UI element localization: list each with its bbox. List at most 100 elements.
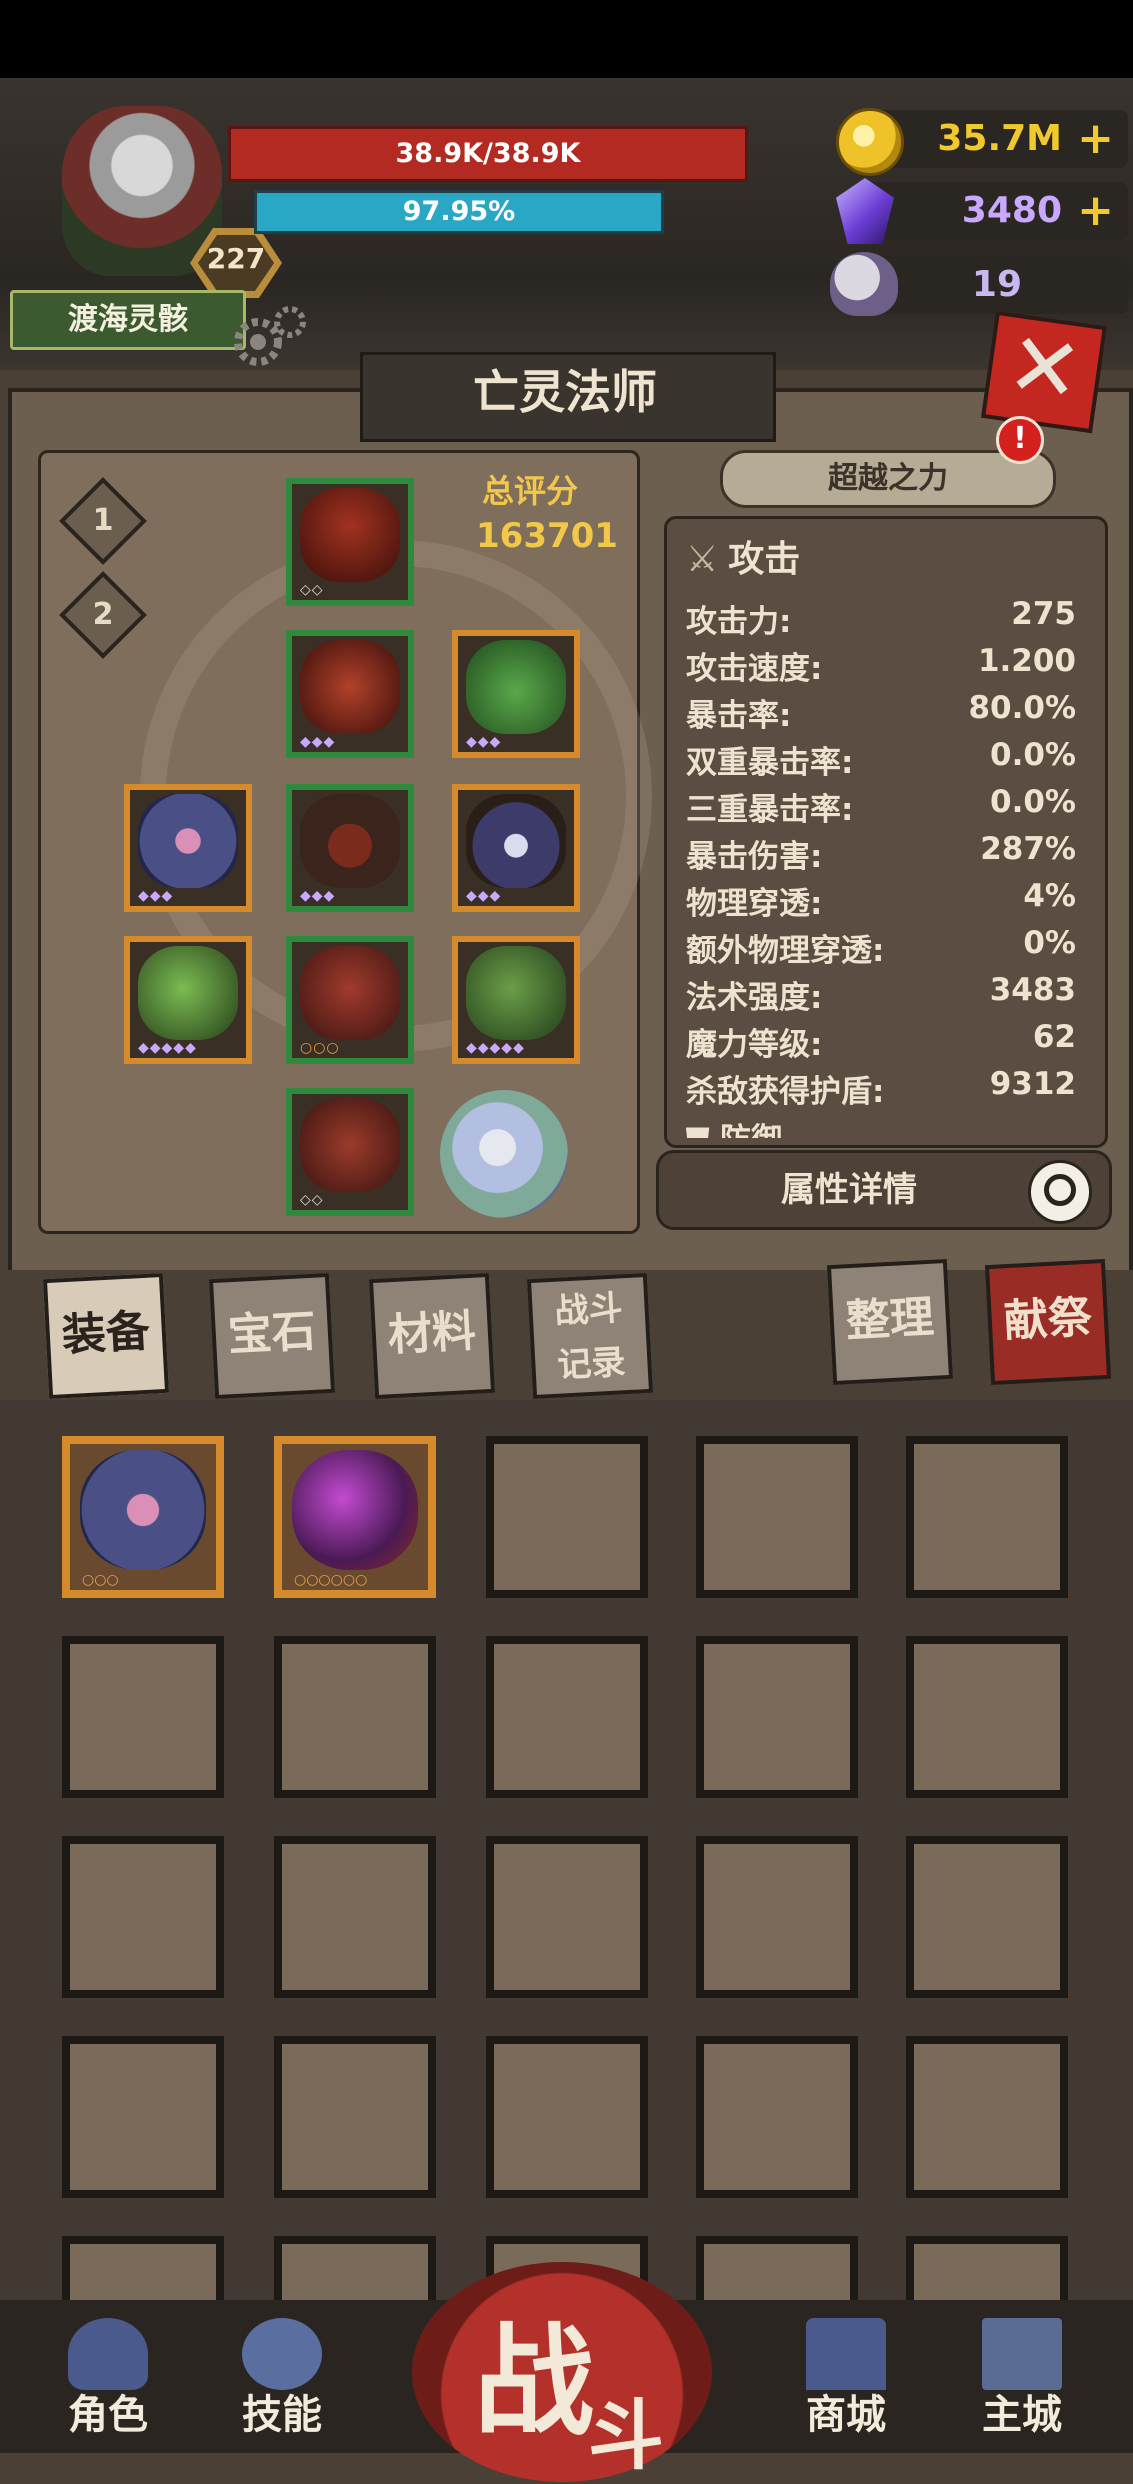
stat-row: 物理穿透: 4% (686, 878, 1076, 922)
battle-button[interactable]: 战 斗 (412, 2262, 712, 2482)
attack-section-header: ⚔ 攻击 (686, 530, 800, 582)
settings-gear-icon[interactable] (228, 298, 312, 372)
castle-icon (982, 2318, 1062, 2390)
weapon-slot[interactable]: ◆◆◆◆◆ (124, 936, 252, 1064)
inventory-slot[interactable] (274, 1636, 436, 1798)
inventory-slot[interactable] (696, 1836, 858, 1998)
defense-section-title: 防御 (720, 1122, 782, 1138)
tab-battle-log-line2: 记录 (556, 1342, 627, 1386)
stat-row: 额外物理穿透: 0% (686, 925, 1076, 969)
tab-materials-label: 材料 (386, 1305, 478, 1362)
crossed-swords-icon: ⚔ (686, 539, 719, 580)
belt-stars: ◆◆◆ (300, 888, 336, 904)
mask-amulet-icon (466, 794, 566, 888)
gloves-stars: ○○○ (300, 1040, 340, 1056)
armor-stars: ◆◆◆ (300, 734, 336, 750)
green-scythe-icon (138, 946, 238, 1040)
inventory-slot[interactable] (696, 2036, 858, 2198)
stat-row: 杀敌获得护盾: 9312 (686, 1066, 1076, 1110)
inventory-slot[interactable] (486, 1436, 648, 1598)
hp-text: 38.9K/38.9K (395, 138, 581, 169)
tab-equipment[interactable]: 装备 (42, 1272, 170, 1400)
swirl-icon (242, 2318, 322, 2390)
cloak-stars: ◆◆◆ (466, 734, 502, 750)
inventory-slot[interactable] (62, 1836, 224, 1998)
sort-button[interactable]: 整理 (826, 1258, 954, 1386)
loadout-page-1-label: 1 (92, 503, 114, 538)
inventory-slot[interactable] (696, 1636, 858, 1798)
stat-row: 三重暴击率: 0.0% (686, 784, 1076, 828)
inventory-slot[interactable] (906, 1636, 1068, 1798)
cloak-slot[interactable]: ◆◆◆ (452, 630, 580, 758)
close-button[interactable]: ✕ (981, 310, 1107, 434)
stat-label: 攻击速度: (686, 651, 823, 687)
stat-value: 1.200 (977, 643, 1076, 679)
inventory-slot[interactable] (696, 1436, 858, 1598)
search-icon[interactable] (1028, 1160, 1092, 1224)
item-stars: ○○○ (82, 1572, 119, 1588)
stat-value: 9312 (989, 1066, 1076, 1102)
tab-battle-log[interactable]: 战斗 记录 (526, 1272, 654, 1400)
purple-scythe-icon (292, 1450, 418, 1570)
tab-gems[interactable]: 宝石 (208, 1272, 336, 1400)
tab-gems-label: 宝石 (226, 1305, 318, 1362)
gold-coin-icon (836, 108, 904, 176)
stat-row: 双重暴击率: 0.0% (686, 737, 1076, 781)
total-score-value: 163701 (476, 516, 618, 556)
inventory-slot[interactable] (906, 2036, 1068, 2198)
horned-belt-icon (300, 794, 400, 888)
inventory-slot[interactable] (486, 2036, 648, 2198)
attack-section-title: 攻击 (728, 539, 801, 580)
inventory-slot[interactable] (486, 1836, 648, 1998)
level-text: 227 (206, 242, 266, 275)
inventory-slot[interactable] (274, 1836, 436, 1998)
amulet-stars: ◆◆◆ (466, 888, 502, 904)
amulet-slot[interactable]: ◆◆◆ (452, 784, 580, 912)
inventory-slot[interactable] (62, 1636, 224, 1798)
add-gold-button[interactable]: + (1077, 112, 1114, 166)
class-title: 亡灵法师 (473, 365, 657, 419)
spirit-orb-icon[interactable] (440, 1090, 568, 1218)
hp-bar: 38.9K/38.9K (228, 126, 748, 182)
gloves-slot[interactable]: ○○○ (286, 936, 414, 1064)
nav-shop[interactable]: 商城 (778, 2310, 914, 2446)
stat-label: 暴击伤害: (686, 839, 823, 875)
helmet-slot[interactable]: ◇◇ (286, 478, 414, 606)
nav-skills-label: 技能 (242, 2392, 322, 2438)
sacrifice-button[interactable]: 献祭 (984, 1258, 1112, 1386)
stat-label: 攻击力: (686, 604, 792, 640)
offhand-slot[interactable]: ◆◆◆◆◆ (452, 936, 580, 1064)
battle-label-2: 斗 (588, 2391, 664, 2480)
stat-label: 双重暴击率: (686, 745, 854, 781)
shield-stars: ◆◆◆ (138, 888, 174, 904)
nav-main-city[interactable]: 主城 (954, 2310, 1090, 2446)
add-crystal-button[interactable]: + (1077, 184, 1114, 238)
stat-label: 法术强度: (686, 980, 823, 1016)
inventory-slot[interactable] (486, 1636, 648, 1798)
sort-label: 整理 (844, 1291, 936, 1348)
inventory-slot[interactable] (62, 2036, 224, 2198)
inventory-slot[interactable]: ○○○ (62, 1436, 224, 1598)
tent-icon (806, 2318, 886, 2390)
shield-slot[interactable]: ◆◆◆ (124, 784, 252, 912)
inventory-slot[interactable] (274, 2036, 436, 2198)
boots-slot[interactable]: ◇◇ (286, 1088, 414, 1216)
close-icon: ✕ (1000, 311, 1089, 424)
stat-row: 暴击率: 80.0% (686, 690, 1076, 734)
stat-value: 3483 (989, 972, 1076, 1008)
inventory-slot[interactable]: ○○○○○○ (274, 1436, 436, 1598)
inventory-slot[interactable] (906, 1836, 1068, 1998)
armor-slot[interactable]: ◆◆◆ (286, 630, 414, 758)
stat-value: 4% (1023, 878, 1076, 914)
inventory-slot[interactable] (906, 1436, 1068, 1598)
crystal-value: 3480 (961, 190, 1062, 231)
tab-battle-log-line1: 战斗 (553, 1288, 624, 1332)
tab-equipment-label: 装备 (60, 1305, 152, 1362)
mp-bar: 97.95% (254, 190, 664, 234)
nav-skills[interactable]: 技能 (214, 2310, 350, 2446)
tab-materials[interactable]: 材料 (368, 1272, 496, 1400)
belt-slot[interactable]: ◆◆◆ (286, 784, 414, 912)
nav-character[interactable]: 角色 (40, 2310, 176, 2446)
transcend-power-label: 超越之力 (828, 461, 948, 496)
battle-label-1: 战 (474, 2313, 594, 2452)
